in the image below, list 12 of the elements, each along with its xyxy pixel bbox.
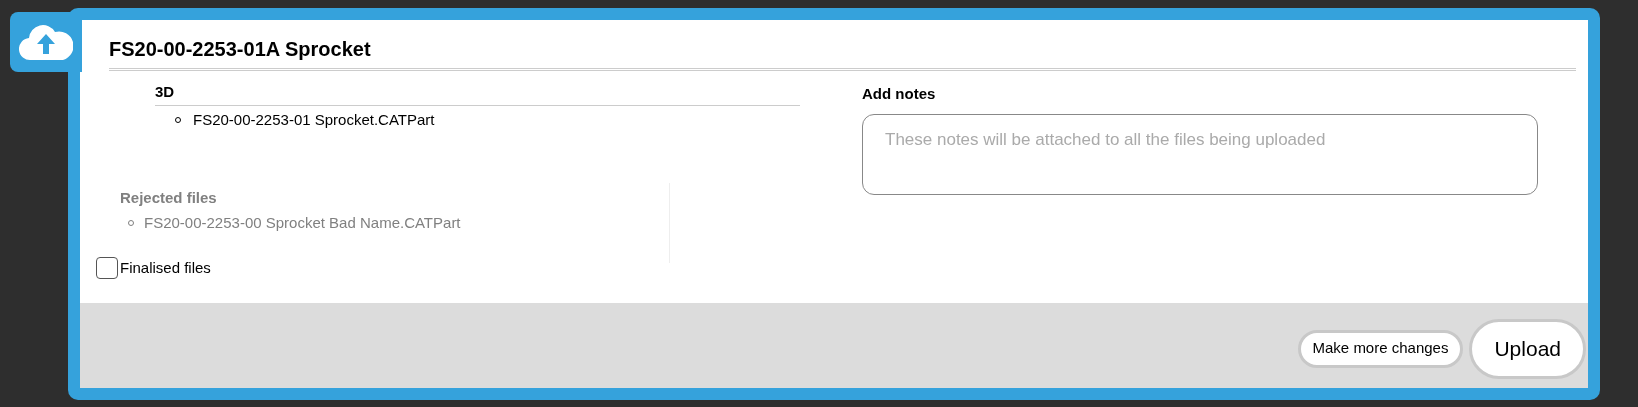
- file-name: FS20-00-2253-00 Sprocket Bad Name.CATPart: [144, 212, 461, 233]
- secondary-button[interactable]: Make more changes: [1297, 329, 1464, 368]
- group-heading: 3D: [155, 81, 800, 106]
- cloud-upload-icon: [19, 22, 73, 62]
- file-name: FS20-00-2253-01 Sprocket.CATPart: [193, 109, 435, 130]
- checkbox[interactable]: [96, 257, 118, 280]
- checkbox-label: Finalised files: [120, 258, 211, 278]
- rejected-heading: Rejected files: [120, 188, 218, 208]
- notes-field[interactable]: These notes will be attached to all the files being uploaded: [862, 113, 1538, 195]
- dialog-title: FS20-00-2253-01A Sprocket: [109, 37, 372, 62]
- upload-button[interactable]: Upload: [1469, 318, 1586, 379]
- notes-label: Add notes: [862, 84, 937, 104]
